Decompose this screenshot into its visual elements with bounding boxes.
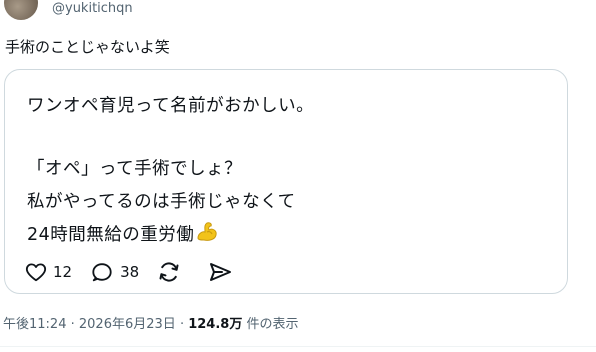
quote-line-3: 私がやってるのは手術じゃなくて [27, 192, 296, 212]
reply-button[interactable]: 38 [90, 261, 139, 283]
reply-icon [90, 261, 114, 283]
retweet-icon [157, 260, 181, 284]
tweet-text: 手術のことじゃないよ笑 [5, 38, 170, 56]
tweet-time[interactable]: 午後11:24 [3, 317, 66, 332]
quote-line-2: 「オペ」って手術でしょ？ [27, 159, 243, 179]
like-count: 12 [53, 263, 73, 281]
action-bar: 12 38 [25, 260, 259, 284]
divider [0, 346, 596, 347]
views-count: 124.8万 [188, 317, 243, 332]
quote-line-1: ワンオペ育児って名前がおかしい。 [27, 96, 315, 116]
views-label: 件の表示 [246, 317, 299, 332]
share-icon [207, 260, 233, 284]
author-handle[interactable]: @yukitichqn [52, 1, 133, 16]
heart-icon [25, 261, 47, 283]
like-button[interactable]: 12 [25, 261, 72, 283]
meta-separator: · [179, 317, 185, 332]
tweet-meta: 午後11:24 · 2026年6月23日 · 124.8万 件の表示 [3, 313, 299, 332]
quote-card[interactable]: ワンオペ育児って名前がおかしい。 「オペ」って手術でしょ？ 私がやってるのは手術… [4, 69, 568, 294]
quote-line-4-text: 24時間無給の重労働 [27, 225, 195, 245]
meta-separator: · [70, 317, 75, 332]
retweet-button[interactable] [157, 260, 181, 284]
avatar[interactable] [4, 0, 38, 20]
share-button[interactable] [207, 260, 233, 284]
reply-count: 38 [120, 263, 140, 281]
flexed-biceps-icon [196, 221, 218, 248]
quote-line-4: 24時間無給の重労働 [27, 221, 218, 248]
tweet-date[interactable]: 2026年6月23日 [79, 317, 176, 332]
